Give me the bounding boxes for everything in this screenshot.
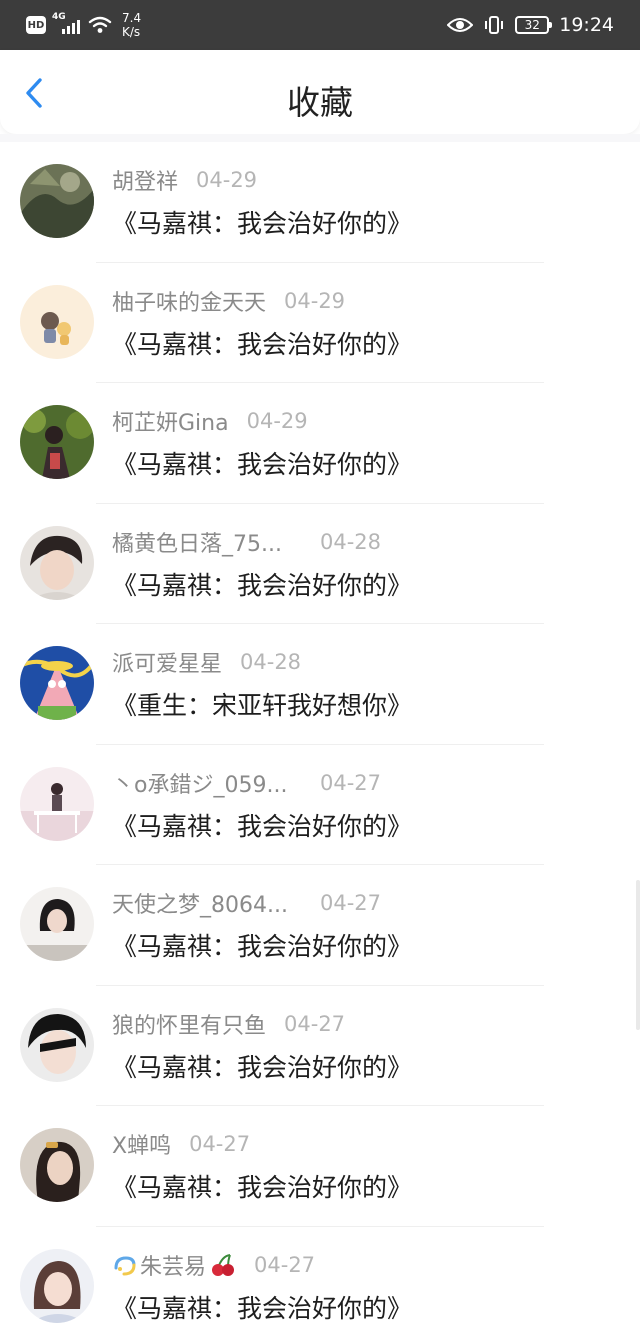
favorites-list: 胡登祥 04-29 《马嘉祺：我会治好你的》 柚子味的金天天 04-29 《马嘉… bbox=[0, 142, 640, 1330]
item-date: 04-28 bbox=[240, 650, 302, 674]
avatar[interactable] bbox=[20, 766, 94, 841]
user-name[interactable]: 派可爱星星 bbox=[112, 646, 222, 678]
work-title[interactable]: 《马嘉祺：我会治好你的》 bbox=[112, 325, 412, 361]
avatar[interactable] bbox=[20, 887, 94, 961]
item-date: 04-27 bbox=[320, 770, 382, 795]
avatar[interactable] bbox=[20, 284, 94, 359]
hd-badge: HD bbox=[26, 16, 46, 34]
item-date: 04-29 bbox=[196, 168, 258, 192]
user-name[interactable]: 丶o承錯ジ_059... bbox=[112, 767, 302, 799]
work-title[interactable]: 《马嘉祺：我会治好你的》 bbox=[112, 1289, 412, 1325]
item-meta: 橘黄色日落_75... 04-28 bbox=[112, 526, 382, 558]
item-meta: X蝉鸣 04-27 bbox=[112, 1128, 251, 1160]
item-date: 04-29 bbox=[284, 288, 346, 313]
user-name[interactable]: 狼的怀里有只鱼 bbox=[112, 1008, 266, 1040]
work-title[interactable]: 《马嘉祺：我会治好你的》 bbox=[112, 1048, 412, 1084]
item-date: 04-27 bbox=[320, 891, 382, 915]
work-title[interactable]: 《马嘉祺：我会治好你的》 bbox=[112, 1168, 412, 1204]
list-item[interactable]: 柚子味的金天天 04-29 《马嘉祺：我会治好你的》 bbox=[0, 263, 640, 383]
item-date: 04-27 bbox=[189, 1132, 251, 1156]
list-item[interactable]: 丶o承錯ジ_059... 04-27 《马嘉祺：我会治好你的》 bbox=[0, 745, 640, 865]
app-header: 收藏 bbox=[0, 50, 640, 134]
item-meta: 柚子味的金天天 04-29 bbox=[112, 285, 346, 317]
header-separator bbox=[0, 134, 640, 142]
list-item[interactable]: 柯芷妍Gina 04-29 《马嘉祺：我会治好你的》 bbox=[0, 383, 640, 504]
status-right: 32 19:24 bbox=[447, 0, 614, 50]
avatar[interactable] bbox=[20, 1248, 94, 1323]
status-bar: HD 4G 7.4 K/s 32 19:24 bbox=[0, 0, 640, 50]
avatar[interactable] bbox=[20, 646, 94, 720]
item-meta: 天使之梦_8064... 04-27 bbox=[112, 887, 382, 919]
speed-value: 7.4 bbox=[122, 11, 142, 25]
work-title[interactable]: 《马嘉祺：我会治好你的》 bbox=[112, 566, 412, 602]
page-title: 收藏 bbox=[287, 83, 353, 122]
item-meta: 胡登祥 04-29 bbox=[112, 164, 258, 196]
user-name[interactable]: 柯芷妍Gina bbox=[112, 405, 229, 437]
speed-unit: K/s bbox=[122, 25, 141, 39]
status-left: HD 4G 7.4 K/s bbox=[26, 0, 141, 50]
work-title[interactable]: 《马嘉祺：我会治好你的》 bbox=[112, 807, 412, 843]
avatar[interactable] bbox=[20, 1128, 94, 1202]
avatar[interactable] bbox=[20, 164, 94, 238]
item-date: 04-27 bbox=[284, 1011, 346, 1036]
scrollbar[interactable] bbox=[636, 880, 640, 1030]
user-name[interactable]: 天使之梦_8064... bbox=[112, 887, 302, 919]
list-item[interactable]: 天使之梦_8064... 04-27 《马嘉祺：我会治好你的》 bbox=[0, 865, 640, 986]
avatar[interactable] bbox=[20, 1007, 94, 1082]
avatar[interactable] bbox=[20, 405, 94, 479]
user-name[interactable]: X蝉鸣 bbox=[112, 1128, 171, 1160]
item-date: 04-28 bbox=[320, 529, 382, 554]
user-name[interactable]: 橘黄色日落_75... bbox=[112, 526, 302, 558]
item-date: 04-27 bbox=[254, 1252, 316, 1277]
avatar[interactable] bbox=[20, 525, 94, 600]
work-title[interactable]: 《马嘉祺：我会治好你的》 bbox=[112, 204, 412, 240]
item-meta: 狼的怀里有只鱼 04-27 bbox=[112, 1008, 346, 1040]
sparkle-ring-icon bbox=[114, 1255, 136, 1275]
list-item[interactable]: 朱芸易 04-27 《马嘉祺：我会治好你的》 bbox=[0, 1227, 640, 1330]
user-name[interactable]: 胡登祥 bbox=[112, 164, 178, 196]
item-meta: 柯芷妍Gina 04-29 bbox=[112, 405, 308, 437]
list-item[interactable]: 胡登祥 04-29 《马嘉祺：我会治好你的》 bbox=[0, 142, 640, 263]
signal-icon: 4G bbox=[52, 12, 82, 36]
item-meta: 丶o承錯ジ_059... 04-27 bbox=[112, 767, 382, 799]
item-date: 04-29 bbox=[246, 409, 308, 433]
cherry-icon bbox=[212, 1253, 235, 1276]
vibrate-icon bbox=[485, 16, 504, 34]
network-speed: 7.4 K/s bbox=[122, 11, 141, 39]
list-item[interactable]: X蝉鸣 04-27 《马嘉祺：我会治好你的》 bbox=[0, 1106, 640, 1227]
work-title[interactable]: 《马嘉祺：我会治好你的》 bbox=[112, 445, 412, 481]
work-title[interactable]: 《重生：宋亚轩我好想你》 bbox=[112, 686, 412, 722]
wifi-icon bbox=[88, 16, 112, 33]
battery-indicator: 32 bbox=[515, 16, 553, 34]
list-item[interactable]: 橘黄色日落_75... 04-28 《马嘉祺：我会治好你的》 bbox=[0, 504, 640, 624]
work-title[interactable]: 《马嘉祺：我会治好你的》 bbox=[112, 927, 412, 963]
list-item[interactable]: 狼的怀里有只鱼 04-27 《马嘉祺：我会治好你的》 bbox=[0, 986, 640, 1106]
user-name[interactable]: 柚子味的金天天 bbox=[112, 285, 266, 317]
list-item[interactable]: 派可爱星星 04-28 《重生：宋亚轩我好想你》 bbox=[0, 624, 640, 745]
eye-comfort-icon bbox=[447, 18, 474, 32]
item-meta: 朱芸易 04-27 bbox=[112, 1249, 316, 1281]
user-name[interactable]: 朱芸易 bbox=[140, 1249, 206, 1281]
item-meta: 派可爱星星 04-28 bbox=[112, 646, 302, 678]
clock: 19:24 bbox=[559, 14, 614, 36]
